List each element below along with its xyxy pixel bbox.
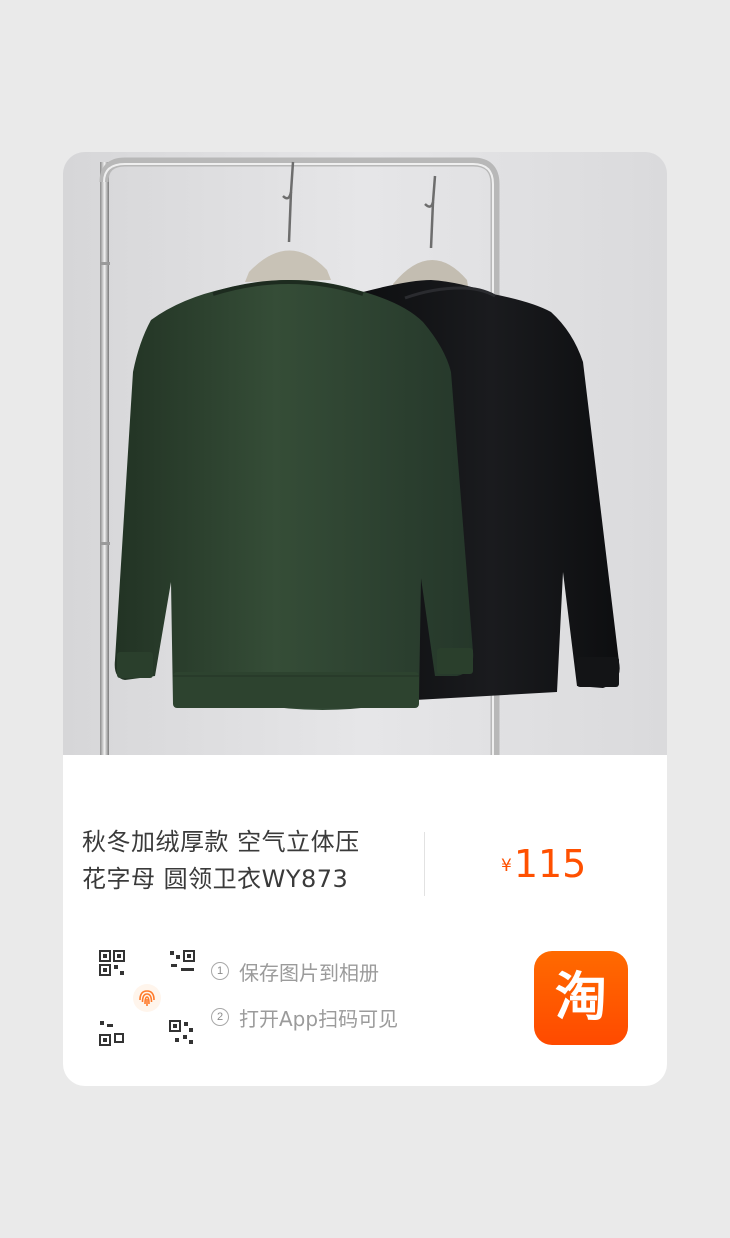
- qr-code-icon: [99, 1021, 124, 1046]
- fingerprint-icon: [133, 984, 161, 1012]
- price-currency: ¥: [501, 856, 512, 876]
- qr-code-icon: [99, 950, 125, 976]
- qr-code-icon: [170, 950, 195, 971]
- step-text-2: 打开App扫码可见: [239, 1006, 399, 1031]
- divider: [424, 832, 425, 896]
- taobao-logo-char: 淘: [554, 968, 607, 1028]
- product-photo[interactable]: [63, 152, 667, 755]
- instruction-step-2: 2 打开App扫码可见: [211, 1004, 399, 1031]
- product-title: 秋冬加绒厚款 空气立体压 花字母 圆领卫衣WY873: [82, 824, 402, 898]
- taobao-logo-icon[interactable]: 淘: [534, 951, 628, 1045]
- price-amount: 115: [513, 842, 587, 886]
- qr-code-icon: [169, 1020, 193, 1044]
- step-number-2: 2: [211, 1008, 229, 1026]
- step-number-1: 1: [211, 962, 229, 980]
- product-price: ¥115: [501, 842, 586, 886]
- step-text-1: 保存图片到相册: [239, 960, 379, 985]
- product-title-line-1: 秋冬加绒厚款 空气立体压: [82, 828, 360, 856]
- product-title-line-2: 花字母 圆领卫衣WY873: [82, 865, 349, 893]
- qr-scan-hint: [99, 950, 195, 1046]
- instruction-step-1: 1 保存图片到相册: [211, 958, 398, 985]
- product-share-card: 秋冬加绒厚款 空气立体压 花字母 圆领卫衣WY873 ¥115 1 保存图片到相…: [63, 152, 667, 1086]
- scan-instructions: 1 保存图片到相册 2 打开App扫码可见: [211, 958, 398, 1050]
